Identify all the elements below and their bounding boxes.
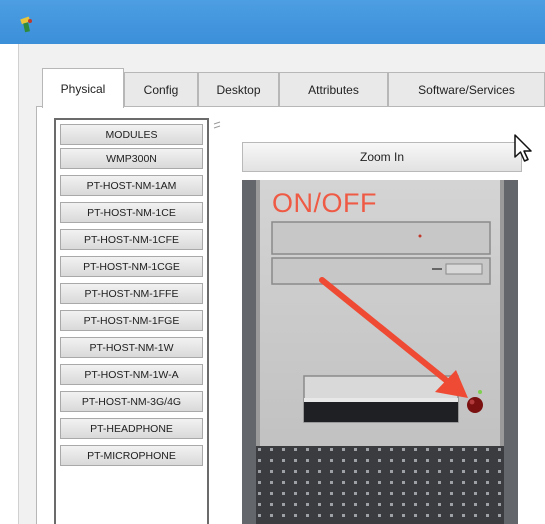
- module-item-pt-host-nm-1fge[interactable]: PT-HOST-NM-1FGE: [60, 310, 203, 331]
- module-item-pt-host-nm-3g-4g[interactable]: PT-HOST-NM-3G/4G: [60, 391, 203, 412]
- module-item-pt-host-nm-1cge[interactable]: PT-HOST-NM-1CGE: [60, 256, 203, 277]
- tab-config[interactable]: Config: [124, 72, 198, 106]
- module-item-pt-host-nm-1ffe[interactable]: PT-HOST-NM-1FFE: [60, 283, 203, 304]
- zoom-in-button[interactable]: Zoom In: [242, 142, 522, 172]
- packet-tracer-icon: [20, 16, 32, 33]
- module-item-pt-host-nm-1am[interactable]: PT-HOST-NM-1AM: [60, 175, 203, 196]
- pc-chassis-image: [242, 180, 518, 524]
- module-item-pt-host-nm-1w-a[interactable]: PT-HOST-NM-1W-A: [60, 364, 203, 385]
- power-switch-annotation: ON/OFF: [272, 188, 377, 218]
- tab-desktop[interactable]: Desktop: [198, 72, 279, 106]
- tab-physical[interactable]: Physical: [42, 68, 124, 108]
- module-item-pt-host-nm-1w[interactable]: PT-HOST-NM-1W: [60, 337, 203, 358]
- module-item-pt-host-nm-1ce[interactable]: PT-HOST-NM-1CE: [60, 202, 203, 223]
- modules-header: MODULES: [60, 124, 203, 145]
- module-item-pt-headphone[interactable]: PT-HEADPHONE: [60, 418, 203, 439]
- panel-splitter-grip[interactable]: [211, 120, 223, 140]
- mouse-cursor-icon: [514, 134, 532, 162]
- tab-attributes[interactable]: Attributes: [279, 72, 388, 106]
- modules-list: MODULES WMP300N PT-HOST-NM-1AM PT-HOST-N…: [54, 118, 209, 524]
- module-item-wmp300n[interactable]: WMP300N: [60, 148, 203, 169]
- tab-software-services[interactable]: Software/Services: [388, 72, 545, 106]
- module-item-pt-microphone[interactable]: PT-MICROPHONE: [60, 445, 203, 466]
- module-item-pt-host-nm-1cfe[interactable]: PT-HOST-NM-1CFE: [60, 229, 203, 250]
- window-title-bar: [0, 0, 545, 44]
